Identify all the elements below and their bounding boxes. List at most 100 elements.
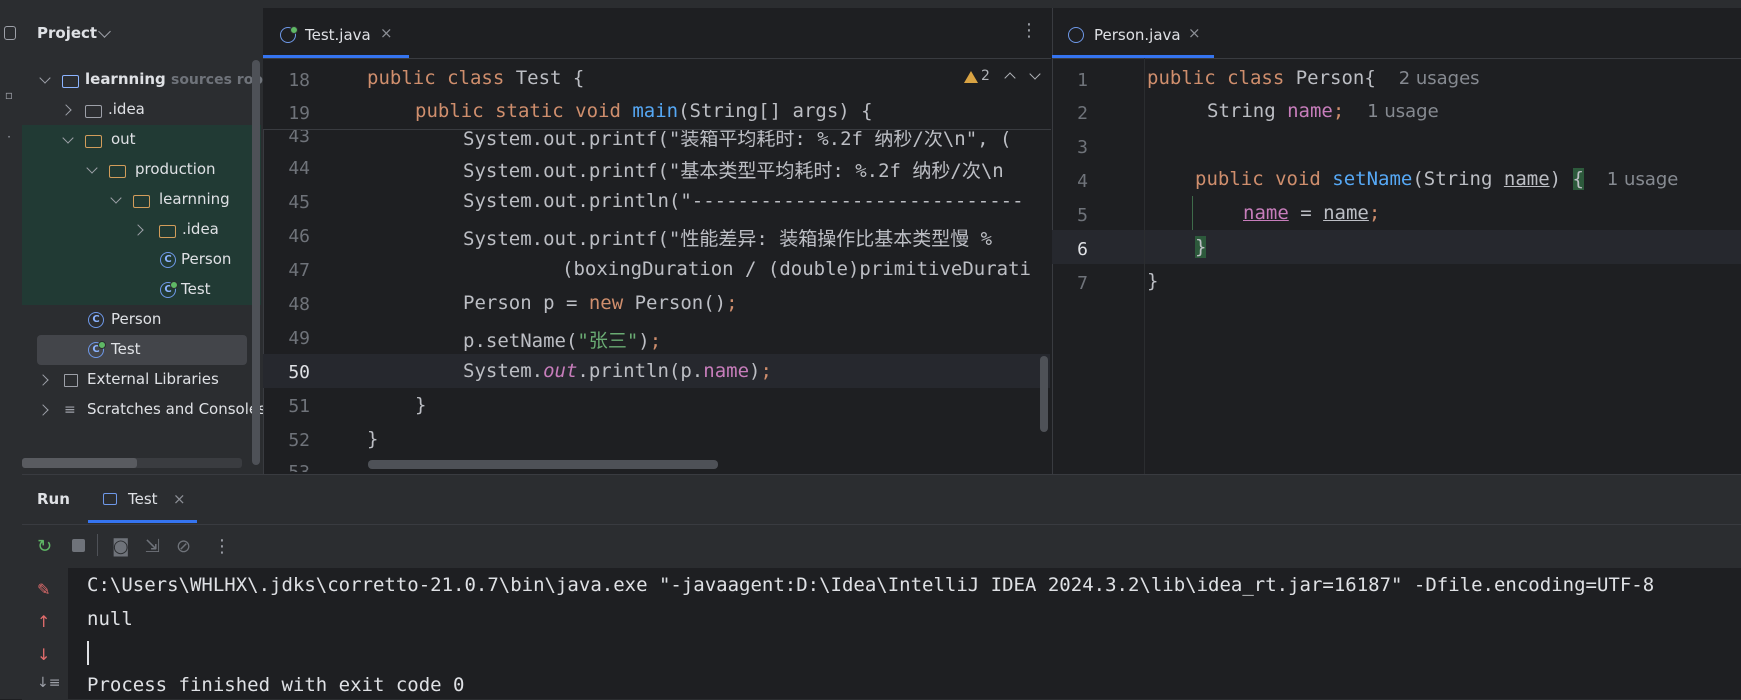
code-line-49[interactable]: p.setName("张三");: [463, 326, 661, 353]
close-icon[interactable]: ×: [380, 24, 393, 42]
project-title[interactable]: Project: [37, 24, 97, 42]
chevron-right-icon[interactable]: [60, 104, 72, 116]
line-number: 6: [1077, 239, 1088, 260]
tree-item-person[interactable]: C Person: [22, 305, 261, 335]
code-line-5[interactable]: name = name;: [1243, 202, 1380, 224]
code-line-44[interactable]: System.out.printf("基本类型平均耗时: %.2f 纳秒/次\n: [463, 156, 1004, 183]
tool-window-stripe: ▫ ·: [0, 8, 23, 699]
tree-item-learnning-root[interactable]: learnning sources root,: [22, 65, 275, 95]
vertical-scrollbar[interactable]: [252, 60, 260, 465]
pencil-icon[interactable]: ✎: [37, 580, 50, 599]
debug-icon[interactable]: ⊘: [176, 536, 191, 557]
code-line-48[interactable]: Person p = new Person();: [463, 292, 738, 314]
code-line-46[interactable]: System.out.printf("性能差异: 装箱操作比基本类型慢 %: [463, 224, 992, 251]
warning-icon[interactable]: [964, 71, 978, 83]
tree-item-scratches[interactable]: ≡ Scratches and Consoles: [22, 395, 266, 425]
close-icon[interactable]: ×: [1188, 24, 1201, 42]
line-number: 49: [288, 328, 310, 349]
run-marker-icon: [290, 26, 298, 34]
run-tab-test[interactable]: Test: [128, 490, 158, 508]
console-icon: [103, 493, 117, 505]
chevron-down-icon[interactable]: [110, 192, 122, 204]
chevron-down-icon[interactable]: [62, 132, 74, 144]
restore-layout-icon[interactable]: ⇲: [145, 536, 160, 557]
project-tool-icon[interactable]: [4, 26, 16, 40]
close-icon[interactable]: ×: [173, 490, 186, 508]
folder-icon: [109, 165, 126, 178]
vertical-scrollbar[interactable]: [1040, 356, 1048, 432]
tab-label: Test.java: [305, 26, 371, 44]
line-number: 46: [288, 226, 310, 247]
code-line-1[interactable]: public class Person{ 2 usages: [1147, 67, 1480, 89]
tree-item-label: Scratches and Consoles: [87, 400, 266, 418]
line-number: 7: [1077, 273, 1088, 294]
sort-icon[interactable]: ↓≡: [37, 675, 60, 691]
chevron-right-icon[interactable]: [37, 404, 49, 416]
sticky-line-19[interactable]: public static void main(String[] args) {: [415, 100, 873, 122]
arrow-up-icon[interactable]: ↑: [37, 612, 50, 631]
code-line-50[interactable]: System.out.println(p.name);: [463, 360, 772, 382]
code-line-51[interactable]: }: [415, 394, 426, 416]
tree-item-test[interactable]: C Test: [37, 335, 247, 365]
code-line-45[interactable]: System.out.println("--------------------…: [463, 190, 1024, 212]
line-number: 44: [288, 158, 310, 179]
tree-item-idea-nested[interactable]: .idea: [22, 215, 261, 245]
camera-icon[interactable]: ◙: [112, 536, 129, 557]
horizontal-scrollbar[interactable]: [368, 460, 718, 469]
line-number: 2: [1077, 103, 1088, 124]
tree-item-label: External Libraries: [87, 370, 219, 388]
code-line-2[interactable]: String name; 1 usage: [1207, 100, 1439, 122]
tree-item-label: .idea: [108, 100, 145, 118]
more-icon[interactable]: ⋮: [1020, 20, 1038, 41]
gutter-divider: [1144, 58, 1145, 474]
tree-item-label: out: [111, 130, 136, 148]
indent-guide: [1192, 196, 1193, 230]
tree-item-production[interactable]: production: [22, 155, 261, 185]
tree-item-person-class[interactable]: C Person: [22, 245, 261, 275]
module-folder-icon: [62, 75, 79, 88]
stop-icon[interactable]: [72, 539, 85, 552]
line-number: 3: [1077, 137, 1088, 158]
line-number: 5: [1077, 205, 1088, 226]
chevron-down-icon[interactable]: [39, 72, 51, 84]
code-line-47[interactable]: (boxingDuration / (double)primitiveDurat…: [562, 258, 1031, 280]
more-icon[interactable]: ⋮: [213, 536, 231, 557]
tree-item-label: .idea: [182, 220, 219, 238]
structure-tool-icon[interactable]: ·: [2, 130, 16, 144]
class-icon: C: [160, 252, 176, 268]
warning-count[interactable]: 2: [981, 68, 990, 84]
code-line-4[interactable]: public void setName(String name) { 1 usa…: [1195, 168, 1678, 190]
library-icon: [64, 374, 78, 387]
tree-item-out[interactable]: out: [22, 125, 261, 155]
commit-tool-icon[interactable]: ▫: [2, 88, 16, 102]
chevron-right-icon[interactable]: [37, 374, 49, 386]
tree-item-external-libraries[interactable]: External Libraries: [22, 365, 261, 395]
tree-item-label: learnning: [159, 190, 230, 208]
code-line-52[interactable]: }: [367, 428, 378, 450]
tree-item-test-class[interactable]: C Test: [22, 275, 261, 305]
folder-icon: [159, 225, 176, 238]
line-number: 48: [288, 294, 310, 315]
code-line-7[interactable]: }: [1147, 270, 1158, 292]
line-number: 47: [288, 260, 310, 281]
tree-item-idea[interactable]: .idea: [22, 95, 261, 125]
current-line-highlight: [1052, 230, 1741, 264]
scrollbar-thumb[interactable]: [22, 458, 137, 468]
code-line-6[interactable]: }: [1195, 236, 1207, 258]
title-bar: [0, 0, 1741, 8]
rerun-icon[interactable]: ↻: [37, 536, 52, 557]
folder-icon: [85, 135, 102, 148]
sticky-line-18[interactable]: public class Test {: [367, 67, 584, 89]
line-number: 18: [288, 70, 310, 91]
folder-icon: [85, 105, 102, 118]
chevron-down-icon[interactable]: [86, 162, 98, 174]
class-icon: [1068, 27, 1084, 43]
chevron-right-icon[interactable]: [132, 224, 144, 236]
run-marker-icon: [98, 341, 106, 349]
tree-item-learnning[interactable]: learnning: [22, 185, 261, 215]
tab-selected-indicator: [1052, 55, 1214, 58]
toolbar-divider: [97, 534, 98, 556]
arrow-down-icon[interactable]: ↓: [37, 645, 50, 664]
console-line: C:\Users\WHLHX\.jdks\corretto-21.0.7\bin…: [87, 574, 1655, 596]
line-number: 45: [288, 192, 310, 213]
